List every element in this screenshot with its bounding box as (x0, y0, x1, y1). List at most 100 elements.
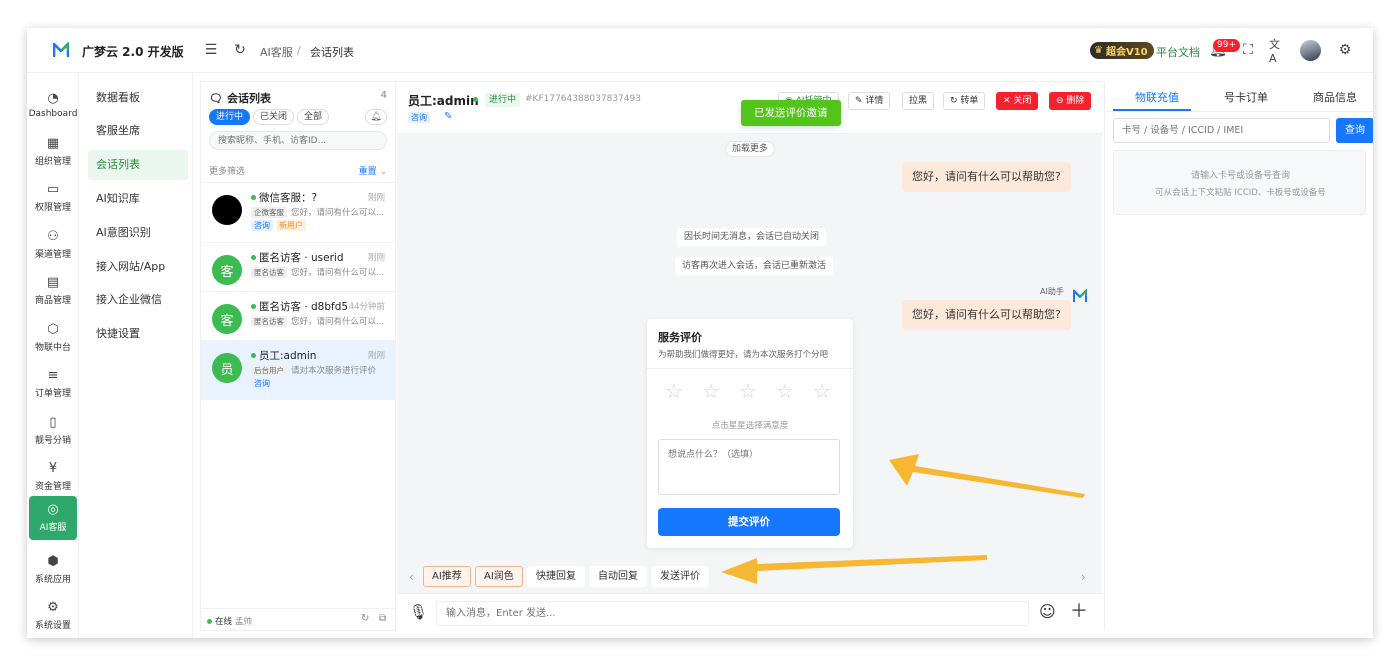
nav-label: 物联中台 (34, 343, 71, 353)
platform-docs-link[interactable]: 平台文档 (1156, 44, 1200, 60)
reset-label: 重置 (358, 167, 377, 177)
conversation-item[interactable]: 客 匿名访客 · d8bfd5 44分钟前 匿名访客 您好，请问有什么可以... (201, 291, 395, 341)
query-button[interactable]: 查询 (1336, 118, 1373, 143)
user-avatar[interactable] (1300, 40, 1321, 61)
conversation-item[interactable]: 微信客服：? 刚刚 企微客服 您好，请问有什么可以... 咨询 新用户 (201, 182, 395, 232)
nav-item-orders[interactable]: ≡ 订单管理 (29, 362, 77, 406)
conversation-preview: 您好，请问有什么可以... (291, 268, 385, 278)
rating-comment-textarea[interactable] (658, 439, 840, 495)
card-number-input[interactable] (1113, 118, 1330, 143)
tab-closed[interactable]: 已关闭 (253, 109, 295, 125)
sync-icon[interactable]: ↻ (361, 613, 369, 624)
submenu-seats[interactable]: 客服坐席 (88, 116, 188, 146)
ai-polish-button[interactable]: AI润色 (475, 566, 523, 587)
reset-filter-link[interactable]: 重置 ⌄ (359, 164, 387, 177)
submenu-knowledge[interactable]: AI知识库 (88, 184, 188, 214)
nav-item-iot[interactable]: ⬡ 物联中台 (29, 316, 77, 360)
nav-item-org[interactable]: ▦ 组织管理 (29, 130, 77, 174)
nav-item-number[interactable]: ▯ 靓号分销 (29, 409, 77, 453)
menu-fold-icon[interactable]: ☰ (202, 41, 220, 59)
microphone-icon[interactable]: 🎙︎ (409, 603, 428, 621)
send-rating-button[interactable]: 发送评价 (651, 566, 709, 587)
nav-item-settings[interactable]: ⚙ 系统设置 (29, 594, 77, 638)
conversation-time: 44分钟前 (348, 302, 385, 312)
submenu-session-list[interactable]: 会话列表 (88, 150, 188, 180)
nav-item-permission[interactable]: ▭ 权限管理 (29, 176, 77, 220)
submenu-dashboard[interactable]: 数据看板 (88, 83, 188, 113)
fullscreen-icon[interactable]: ⛶ (1239, 41, 1257, 59)
close-session-button[interactable]: ✕ 关闭 (996, 92, 1039, 110)
nav-label: 权限管理 (34, 203, 71, 213)
tab-in-progress[interactable]: 进行中 (209, 109, 251, 125)
detail-button[interactable]: ✎ 详情 (848, 92, 891, 110)
nav-item-ai-service[interactable]: ◎ AI客服 (29, 496, 77, 540)
conversation-name-text: 员工:admin (259, 350, 317, 362)
nav-item-channel[interactable]: ⚇ 渠道管理 (29, 223, 77, 267)
star-icon-2[interactable]: ☆ (702, 380, 720, 402)
conversation-item[interactable]: 客 匿名访客 · userid 刚刚 匿名访客 您好，请问有什么可以... (201, 242, 395, 292)
tab-all[interactable]: 全部 (297, 109, 330, 125)
export-icon[interactable]: ⧉ (379, 613, 386, 624)
transfer-button[interactable]: ↻ 转单 (943, 92, 986, 110)
transfer-label: 转单 (960, 96, 979, 106)
session-search-input[interactable] (209, 131, 387, 150)
conversation-preview: 请对本次服务进行评价 (291, 366, 377, 376)
agent-name: 孟帅 (235, 617, 253, 627)
load-more-button[interactable]: 加载更多 (725, 141, 776, 157)
nav-item-goods[interactable]: ▤ 商品管理 (29, 269, 77, 313)
message-input-bar: 🎙︎ ☺ ＋ (397, 593, 1102, 632)
rating-hint: 点击星星选择满意度 (711, 421, 789, 431)
delete-session-button[interactable]: ⊖ 删除 (1049, 92, 1092, 110)
auto-reply-button[interactable]: 自动回复 (589, 566, 647, 587)
tab-goods-info[interactable]: 商品信息 (1313, 89, 1357, 105)
conversation-preview: 您好，请问有什么可以... (291, 317, 385, 327)
breadcrumb-current: 会话列表 (310, 46, 354, 59)
vip-badge[interactable]: ♛ 超会V10 (1090, 42, 1154, 59)
star-icon-1[interactable]: ☆ (665, 380, 683, 402)
nav-label: 订单管理 (34, 389, 71, 399)
sub-menu: 数据看板 客服坐席 会话列表 AI知识库 AI意图识别 接入网站/App 接入企… (80, 73, 193, 638)
add-plus-icon[interactable]: ＋ (1070, 603, 1088, 621)
refresh-icon[interactable]: ↻ (231, 41, 249, 59)
tab-card-orders[interactable]: 号卡订单 (1224, 89, 1268, 105)
edit-pencil-icon[interactable]: ✎ (444, 111, 452, 122)
nav-item-dashboard[interactable]: ◔ Dashboard (29, 83, 78, 127)
breadcrumb-ai-service[interactable]: AI客服 (260, 44, 293, 60)
chat-session-id: #KF17764388037837493 (525, 94, 641, 104)
submit-rating-button[interactable]: 提交评价 (658, 508, 840, 536)
agent-status[interactable]: 在线 孟帅 (207, 615, 252, 627)
session-list-panel: 🗨︎ 会话列表 4 进行中 已关闭 全部 🔔︎ 更多筛选 重置 ⌄ 微信客服：?… (200, 81, 396, 631)
emoji-icon[interactable]: ☺ (1039, 603, 1056, 621)
star-icon-5[interactable]: ☆ (813, 380, 831, 402)
star-icon-4[interactable]: ☆ (776, 380, 794, 402)
nav-item-funds[interactable]: ¥ 资金管理 (29, 455, 77, 499)
chevron-left-icon[interactable]: ‹ (409, 570, 414, 584)
star-icon-3[interactable]: ☆ (739, 380, 757, 402)
tag-new-user: 新用户 (276, 220, 306, 231)
block-button[interactable]: 拉黑 (902, 92, 935, 110)
submenu-wecom[interactable]: 接入企业微信 (88, 285, 188, 315)
tab-divider (1105, 111, 1373, 112)
nav-label: AI客服 (39, 523, 67, 533)
quick-reply-button[interactable]: 快捷回复 (527, 566, 585, 587)
chat-bubble-icon: 🗨︎ (209, 91, 223, 105)
submenu-quick-settings[interactable]: 快捷设置 (88, 319, 188, 349)
top-bar: 广梦云 2.0 开发版 ☰ ↻ AI客服 / 会话列表 ♛ 超会V10 平台文档… (27, 28, 1373, 73)
nav-item-apps[interactable]: ⬢ 系统应用 (29, 548, 77, 592)
settings-gear-icon[interactable]: ⚙ (1336, 41, 1354, 59)
source-tag: 后台用户 (251, 364, 287, 376)
message-input[interactable] (436, 601, 1029, 626)
session-bell-button[interactable]: 🔔︎ (365, 109, 387, 125)
tab-iot-recharge[interactable]: 物联充值 (1135, 89, 1179, 105)
rating-divider (647, 368, 853, 369)
conversation-item-selected[interactable]: 员 员工:admin 刚刚 后台用户 请对本次服务进行评价 咨询 (201, 340, 395, 400)
translate-icon[interactable]: 文A (1269, 38, 1287, 65)
crown-icon: ♛ (1094, 45, 1103, 56)
submenu-website-app[interactable]: 接入网站/App (88, 252, 188, 282)
ai-assistant-logo-icon (1073, 289, 1087, 303)
more-filter-toggle[interactable]: 更多筛选 (209, 164, 245, 177)
ai-recommend-button[interactable]: AI推荐 (423, 566, 471, 587)
submenu-intent[interactable]: AI意图识别 (88, 218, 188, 248)
delete-icon: ⊖ (1056, 96, 1064, 106)
chevron-right-icon[interactable]: › (1081, 570, 1086, 584)
